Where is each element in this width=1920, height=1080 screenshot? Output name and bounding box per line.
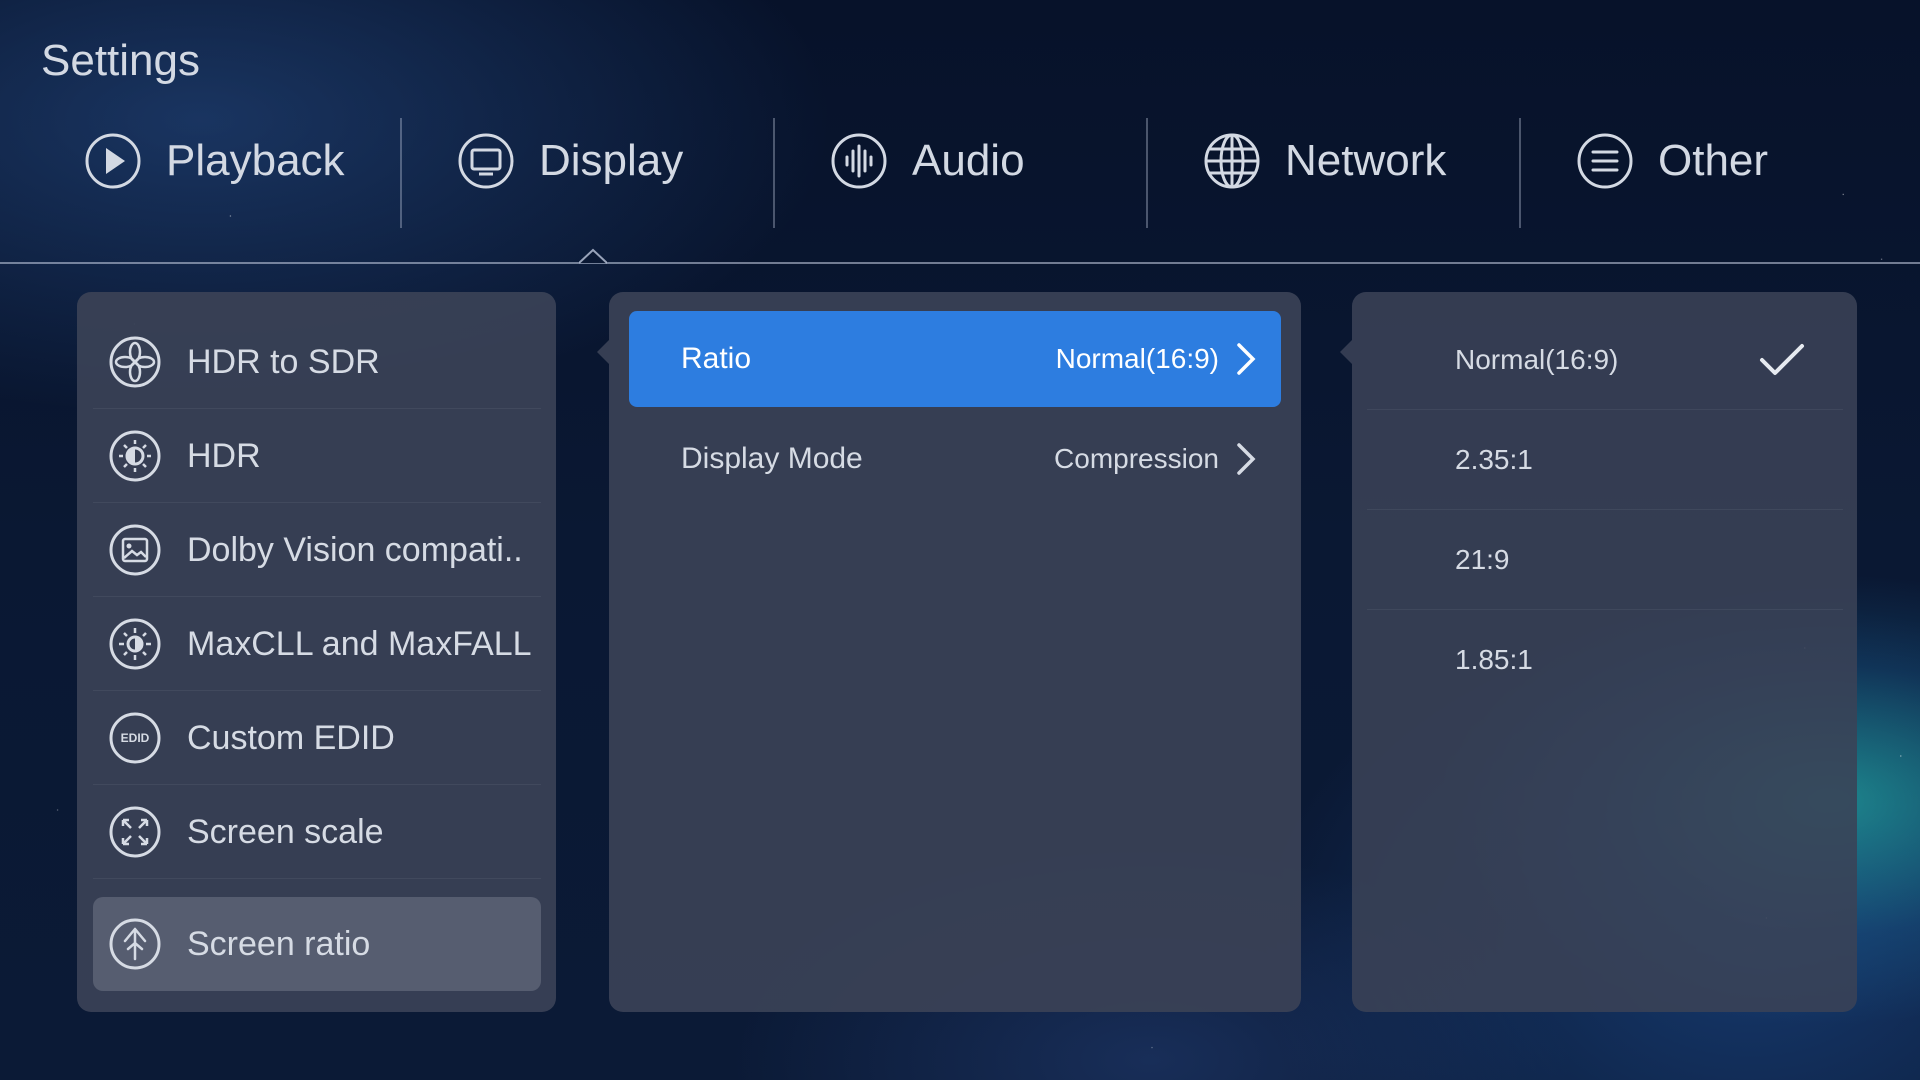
option-value: Compression [1054, 443, 1219, 474]
tab-playback[interactable]: Playback [84, 98, 345, 224]
option-label: Display Mode [681, 442, 863, 475]
hdr-sun-icon [109, 430, 161, 482]
menu-item-hdr-to-sdr[interactable]: HDR to SDR [93, 315, 541, 409]
menu-item-label: HDR [187, 436, 261, 475]
menu-item-label: Dolby Vision compati.. [187, 530, 523, 569]
panel-pointer [597, 340, 609, 364]
option-value: Normal(16:9) [1055, 343, 1219, 374]
tab-label: Network [1285, 136, 1447, 185]
display-menu-panel: HDR to SDR HDR Dolby Vision compati.. Ma… [77, 292, 556, 1012]
tab-other[interactable]: Other [1576, 98, 1768, 224]
play-icon [85, 133, 141, 189]
chevron-right-icon [1237, 443, 1256, 475]
option-label: Ratio [681, 342, 752, 375]
menu-item-screen-ratio[interactable]: Screen ratio [93, 897, 541, 991]
menu-item-label: Screen scale [187, 812, 384, 851]
menu-item-label: HDR to SDR [187, 342, 380, 381]
tab-divider [1146, 118, 1148, 228]
menu-item-screen-scale[interactable]: Screen scale [93, 785, 541, 879]
monitor-icon [458, 133, 514, 189]
tab-label: Other [1658, 136, 1769, 185]
menu-item-label: MaxCLL and MaxFALL [187, 624, 532, 663]
menu-item-label: Custom EDID [187, 718, 395, 757]
menu-item-dolby-vision[interactable]: Dolby Vision compati.. [93, 503, 541, 597]
menu-item-maxcll-maxfall[interactable]: MaxCLL and MaxFALL [93, 597, 541, 691]
choice-label: Normal(16:9) [1455, 344, 1619, 375]
checkmark-icon [1760, 344, 1804, 375]
image-icon [109, 524, 161, 576]
page-title: Settings [41, 36, 200, 85]
options-panel: Ratio Normal(16:9) Display Mode Compress… [597, 292, 1301, 1012]
tab-underline [0, 262, 1920, 264]
choice-label: 1.85:1 [1455, 644, 1533, 675]
tab-divider [1519, 118, 1521, 228]
edid-icon: EDID [109, 712, 161, 764]
option-ratio[interactable]: Ratio Normal(16:9) [629, 311, 1281, 407]
globe-icon [1204, 133, 1260, 189]
menu-item-custom-edid[interactable]: EDID Custom EDID [93, 691, 541, 785]
menu-divider [93, 878, 541, 879]
choice-1-85-1[interactable]: 1.85:1 [1367, 610, 1843, 710]
audio-wave-icon [831, 133, 887, 189]
panel-pointer [1340, 340, 1352, 364]
tab-label: Display [539, 136, 684, 185]
choice-21-9[interactable]: 21:9 [1367, 510, 1843, 610]
brightness-icon [109, 618, 161, 670]
edid-badge-text: EDID [121, 731, 150, 745]
choice-2-35-1[interactable]: 2.35:1 [1367, 410, 1843, 510]
expand-icon [109, 806, 161, 858]
menu-icon [1577, 133, 1633, 189]
tab-divider [773, 118, 775, 228]
menu-item-label: Screen ratio [187, 924, 371, 963]
ratio-choices-panel: Normal(16:9) 2.35:1 21:9 1.85:1 [1340, 292, 1857, 1012]
top-tab-bar: Playback Display Audio Network Other [0, 98, 1920, 228]
tab-label: Playback [166, 136, 345, 185]
choice-label: 2.35:1 [1455, 444, 1533, 475]
choice-normal-16-9[interactable]: Normal(16:9) [1367, 310, 1843, 410]
menu-item-hdr[interactable]: HDR [93, 409, 541, 503]
chevron-right-icon [1237, 343, 1256, 375]
tab-display[interactable]: Display [457, 98, 683, 224]
aperture-icon [109, 336, 161, 388]
choice-label: 21:9 [1455, 544, 1510, 575]
tab-label: Audio [912, 136, 1025, 185]
option-display-mode[interactable]: Display Mode Compression [629, 411, 1281, 507]
active-tab-caret [579, 248, 607, 264]
tab-network[interactable]: Network [1203, 98, 1446, 224]
ratio-icon [109, 918, 161, 970]
tab-divider [400, 118, 402, 228]
tab-audio[interactable]: Audio [830, 98, 1025, 224]
